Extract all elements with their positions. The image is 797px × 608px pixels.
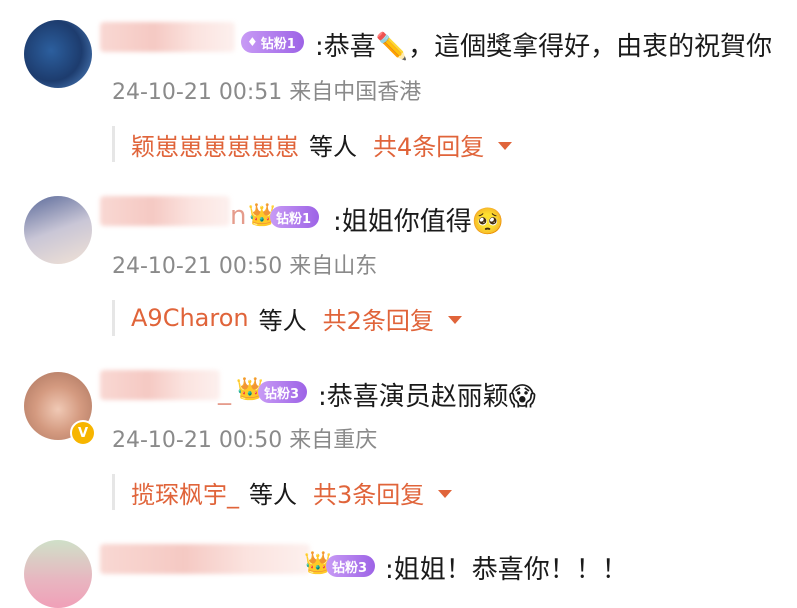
username-blurred[interactable] (100, 544, 310, 574)
avatar[interactable] (24, 20, 92, 88)
badge-label: 钻粉1 (260, 36, 296, 52)
comment-meta: 24-10-21 00:51 来自中国香港 (112, 80, 422, 105)
comment-text-content: :姐姐你值得 (333, 207, 472, 237)
diamond-icon: ♦ (247, 35, 258, 49)
fan-badge: 钻粉3 (258, 381, 308, 403)
fan-badge: ♦ 钻粉1 (241, 31, 304, 53)
username-blurred[interactable] (100, 370, 220, 400)
reply-user[interactable]: 揽琛枫宇_ (131, 475, 239, 510)
fan-badge: 钻粉1 (270, 206, 320, 228)
badge-label: 钻粉1 (276, 211, 312, 227)
reply-etc: 等人 (249, 480, 297, 509)
comment-text: :恭喜✏️，這個獎拿得好，由衷的祝賀你 (315, 32, 773, 62)
username-suffix: _ (218, 376, 231, 406)
reply-count-link[interactable]: 共2条回复 (323, 301, 434, 336)
badge-label: 钻粉3 (264, 386, 300, 402)
avatar[interactable] (24, 196, 92, 264)
reply-user[interactable]: A9Charon (131, 304, 249, 332)
fan-badge: 钻粉3 (326, 555, 376, 577)
comment-text: :姐姐！恭喜你！！！ (385, 555, 628, 585)
caret-down-icon[interactable] (447, 315, 462, 324)
avatar[interactable] (24, 540, 92, 608)
comment-meta: 24-10-21 00:50 来自山东 (112, 254, 378, 279)
reply-etc: 等人 (309, 132, 357, 161)
scream-face-icon: 😱 (508, 382, 536, 412)
verified-v-icon: V (70, 420, 96, 446)
comment-text: :恭喜演员赵丽颖😱 (318, 376, 536, 413)
reply-summary[interactable]: A9Charon 等人 共2条回复 (112, 300, 462, 336)
reply-summary[interactable]: 揽琛枫宇_ 等人 共3条回复 (112, 474, 453, 510)
badge-label: 钻粉3 (332, 560, 368, 576)
reply-etc: 等人 (258, 306, 307, 335)
reply-count-link[interactable]: 共3条回复 (313, 475, 424, 510)
comment-text-content: :恭喜演员赵丽颖 (318, 382, 509, 412)
comment-meta: 24-10-21 00:50 来自重庆 (112, 428, 378, 453)
caret-down-icon[interactable] (438, 489, 453, 498)
reply-summary[interactable]: 颖崽崽崽崽崽崽 等人 共4条回复 (112, 126, 513, 162)
caret-down-icon[interactable] (498, 141, 513, 150)
comment-text: :姐姐你值得🥺 (333, 201, 504, 238)
username-suffix: n (230, 201, 247, 231)
reply-user[interactable]: 颖崽崽崽崽崽崽 (131, 127, 299, 162)
username-blurred[interactable] (100, 22, 235, 52)
pleading-face-icon: 🥺 (471, 207, 505, 237)
username-blurred[interactable] (100, 196, 230, 226)
reply-count-link[interactable]: 共4条回复 (373, 127, 484, 162)
